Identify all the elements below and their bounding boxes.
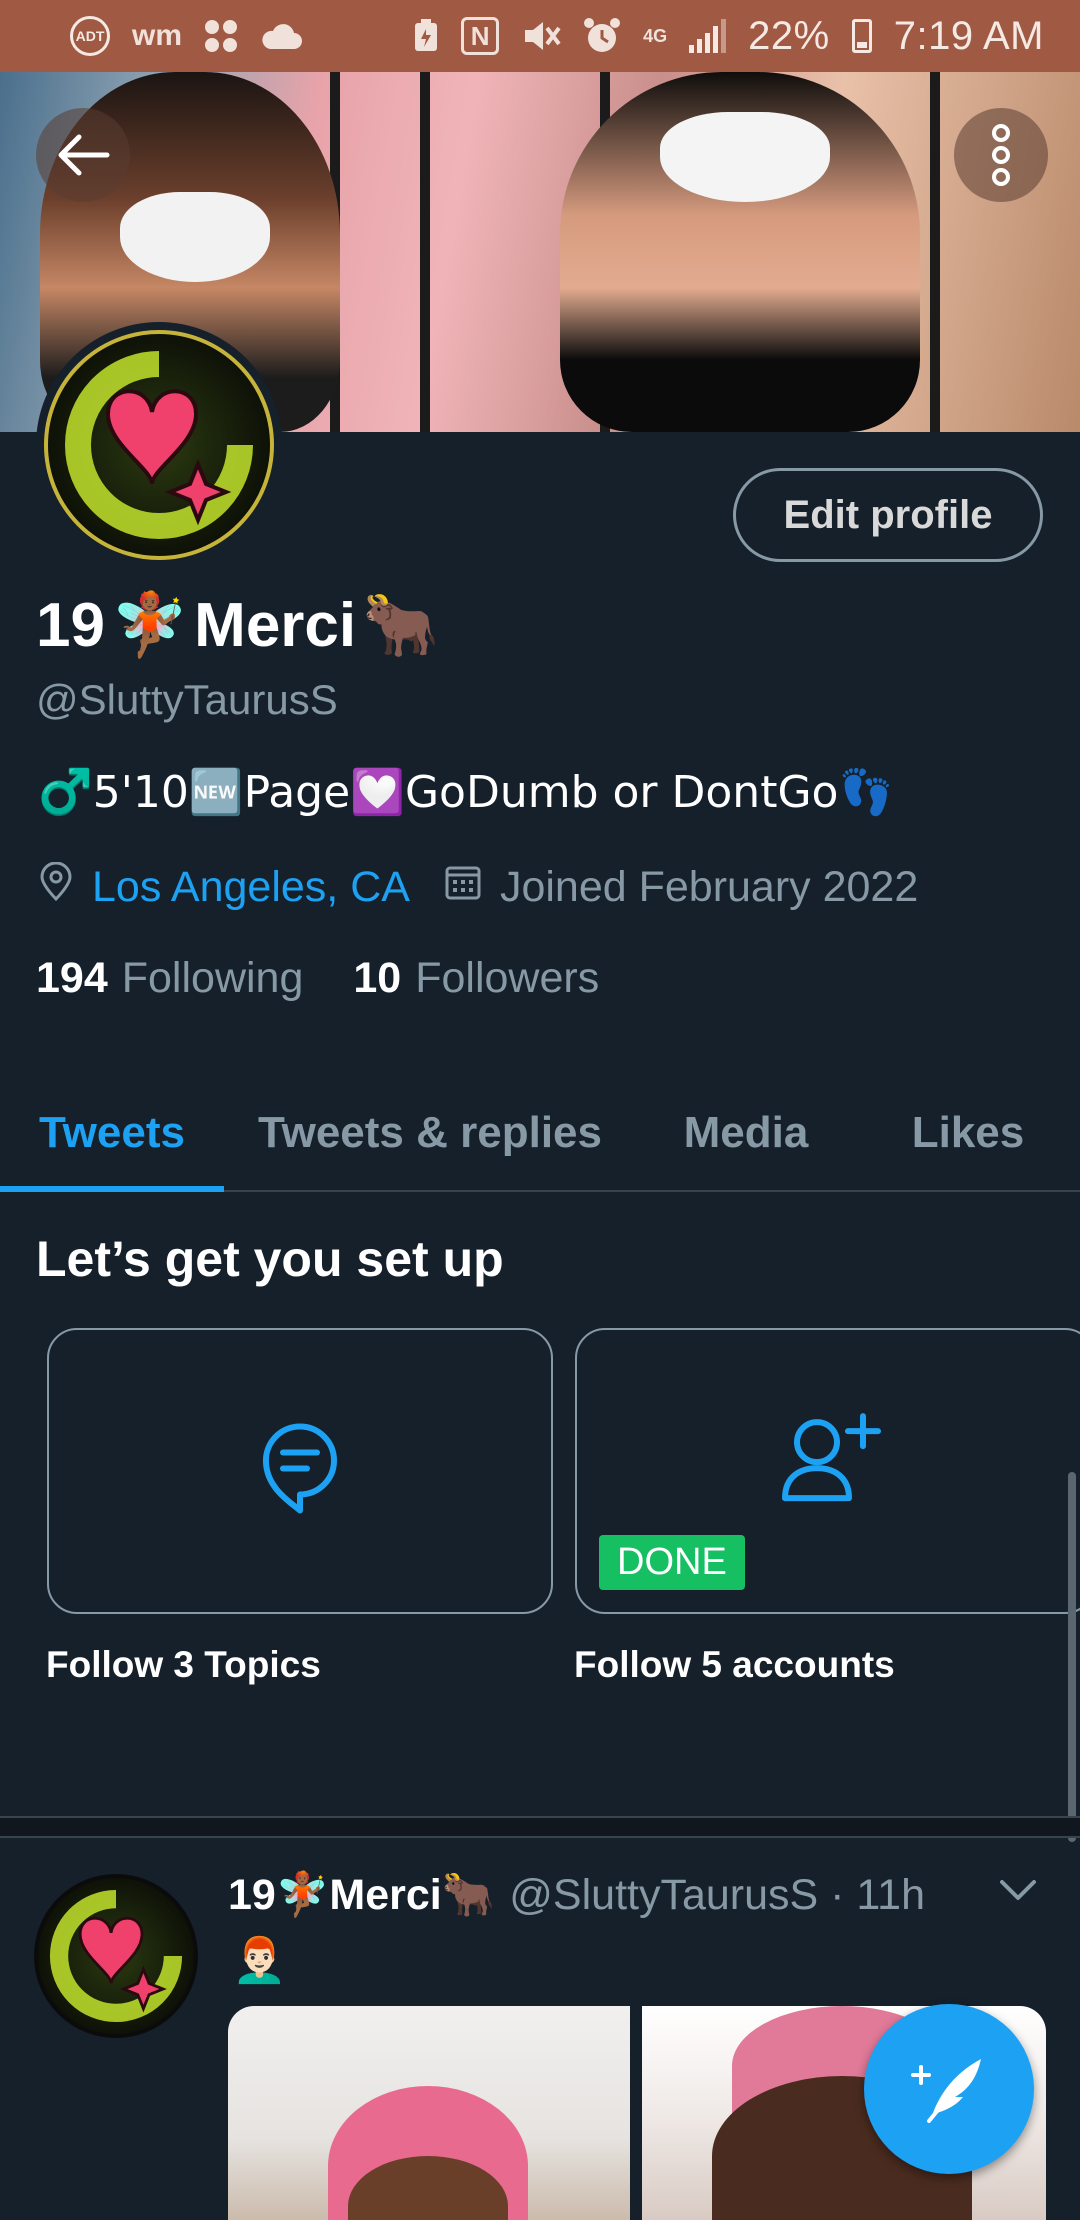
tweet-media-1[interactable] [228, 2006, 630, 2220]
followers-label: Followers [415, 954, 600, 1002]
banner-mask-left [120, 192, 270, 282]
tab-tweets-replies[interactable]: Tweets & replies [224, 1076, 636, 1190]
follow-accounts-label: Follow 5 accounts [574, 1644, 895, 1685]
adt-icon: ADT [70, 16, 110, 56]
back-button[interactable] [36, 108, 130, 202]
calendar-icon [444, 863, 482, 912]
mute-icon [521, 18, 561, 54]
compose-feather-icon [911, 2059, 981, 2123]
edit-profile-button[interactable]: Edit profile [733, 468, 1043, 562]
tweet-author-prefix: 19 [228, 1870, 276, 1919]
battery-saver-icon [413, 19, 439, 53]
more-vertical-icon [992, 124, 1010, 186]
nfc-icon: N [461, 17, 500, 55]
banner-decor [930, 72, 940, 432]
tab-media[interactable]: Media [636, 1076, 856, 1190]
tweet-text: 👨🏻‍🦰 [232, 1935, 287, 1986]
add-user-icon [781, 1412, 881, 1507]
profile-handle: @SluttyTaurusS [36, 676, 338, 723]
profile-meta: Los Angeles, CA Joined February 2022 [38, 861, 919, 913]
lte-icon: 4G [643, 25, 668, 46]
tweet-avatar[interactable] [34, 1874, 198, 2038]
fairy-emoji: 🧚🏾 [110, 588, 189, 661]
profile-name-prefix: 19 [36, 590, 105, 660]
banner-mask-right [660, 112, 830, 202]
fairy-emoji: 🧚🏾 [275, 1870, 330, 1920]
alarm-icon [583, 17, 621, 55]
tweet-handle-time: @SluttyTaurusS · 11h [509, 1870, 925, 1919]
scrollbar[interactable] [1068, 1472, 1076, 1842]
topic-bubble-icon [261, 1423, 339, 1520]
tweet-header: 19 🧚🏾 Merci 🐂 @SluttyTaurusS · 11h [228, 1870, 925, 1920]
profile-avatar[interactable] [36, 322, 282, 568]
follow-topics-label: Follow 3 Topics [46, 1644, 321, 1685]
chevron-down-icon [1000, 1880, 1036, 1900]
follow-accounts-card[interactable]: DONE [575, 1328, 1080, 1614]
wm-icon: wm [132, 19, 183, 52]
followers-link[interactable]: 10 Followers [353, 954, 599, 1003]
location-link[interactable]: Los Angeles, CA [92, 863, 410, 912]
signal-icon [689, 19, 727, 53]
banner-decor [420, 72, 430, 432]
section-divider [0, 1816, 1080, 1838]
tweet-author-name: Merci [329, 1870, 442, 1919]
avatar-image [44, 330, 274, 560]
profile-name: 19 🧚🏾 Merci 🐂 [36, 588, 439, 662]
tweet-menu-button[interactable] [998, 1878, 1038, 1907]
battery-percent: 22% [748, 13, 830, 58]
done-badge: DONE [599, 1535, 745, 1590]
battery-icon [851, 19, 872, 53]
location-pin-icon [38, 861, 74, 913]
profile-tabs: Tweets Tweets & replies Media Likes [0, 1076, 1080, 1192]
tab-likes[interactable]: Likes [856, 1076, 1080, 1190]
following-link[interactable]: 194 Following [36, 954, 303, 1003]
setup-title: Let’s get you set up [36, 1231, 504, 1287]
tab-tweets[interactable]: Tweets [0, 1076, 224, 1192]
status-bar: ADT wm N 4G 22% 7:19 AM [0, 0, 1080, 72]
status-left: ADT wm [70, 16, 303, 56]
status-right: N 4G 22% 7:19 AM [413, 14, 1044, 59]
following-count: 194 [36, 954, 108, 1002]
followers-count: 10 [353, 954, 402, 1002]
profile-name-text: Merci [194, 590, 357, 660]
follow-counts: 194 Following 10 Followers [36, 954, 649, 1003]
following-label: Following [121, 954, 304, 1002]
arrow-left-icon [58, 134, 110, 176]
profile-bio: ♂️5'10🆕Page💟GoDumb or DontGo👣 [38, 767, 894, 818]
compose-tweet-button[interactable] [864, 2004, 1034, 2174]
ox-emoji: 🐂 [441, 1870, 496, 1920]
ox-emoji: 🐂 [362, 588, 440, 661]
cloud-icon [260, 22, 303, 50]
follow-topics-card[interactable] [47, 1328, 553, 1614]
more-options-button[interactable] [954, 108, 1048, 202]
clock: 7:19 AM [893, 13, 1044, 58]
joined-date: Joined February 2022 [499, 863, 919, 911]
apps-grid-icon [204, 19, 238, 53]
